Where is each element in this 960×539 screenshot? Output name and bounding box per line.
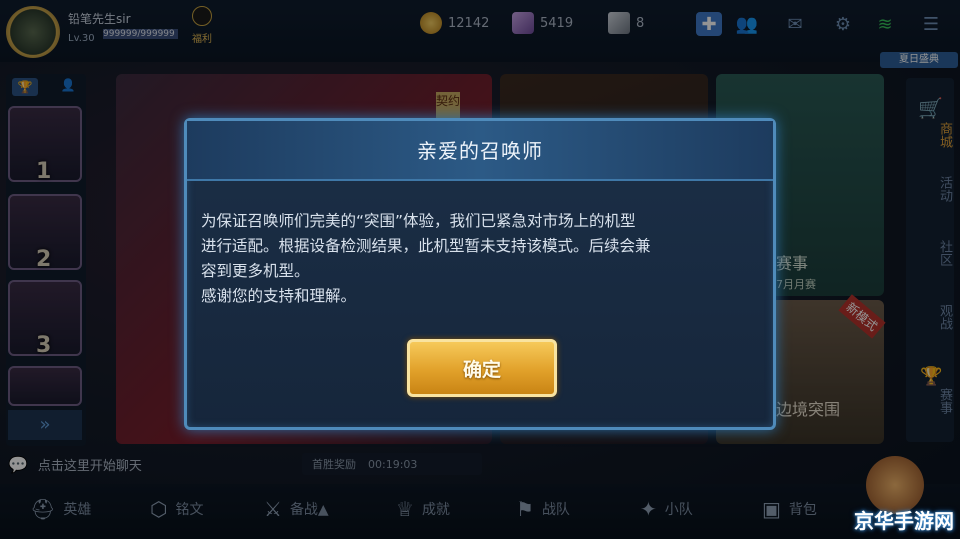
confirm-button[interactable]: 确定: [407, 339, 557, 397]
dialog-line: 容到更多机型。: [201, 262, 310, 280]
site-watermark: 京华手游网: [854, 509, 954, 533]
dialog-line: 感谢您的支持和理解。: [201, 287, 357, 305]
dialog-line: 进行适配。根据设备检测结果，此机型暂未支持该模式。后续会兼: [201, 237, 651, 255]
notice-dialog: 亲爱的召唤师 为保证召唤师们完美的“突围”体验，我们已紧急对市场上的机型 进行适…: [184, 118, 776, 430]
dialog-line: 为保证召唤师们完美的“突围”体验，我们已紧急对市场上的机型: [201, 212, 636, 230]
dialog-message: 为保证召唤师们完美的“突围”体验，我们已紧急对市场上的机型 进行适配。根据设备检…: [201, 209, 761, 309]
dialog-title: 亲爱的召唤师: [417, 139, 543, 163]
